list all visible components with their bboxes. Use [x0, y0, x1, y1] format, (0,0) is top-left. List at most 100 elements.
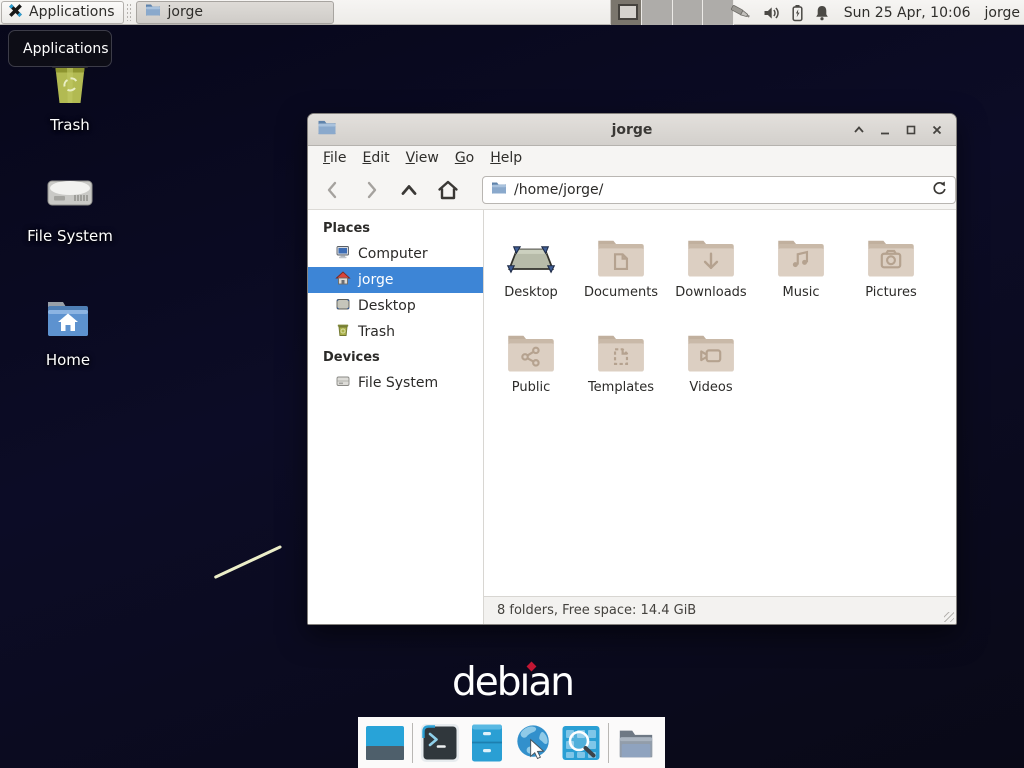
- harddrive-icon: [45, 172, 95, 220]
- titlebar[interactable]: jorge: [308, 114, 956, 146]
- videos-folder-icon: [685, 319, 737, 375]
- applications-menu-label: Applications: [29, 4, 115, 20]
- address-path[interactable]: /home/jorge/: [514, 182, 924, 198]
- file-item-label: Music: [783, 285, 820, 300]
- desktop-icon-filesystem[interactable]: File System: [15, 172, 125, 245]
- menu-help[interactable]: Help: [490, 150, 522, 166]
- file-item-documents[interactable]: Documents: [576, 224, 666, 316]
- menubar: File Edit View Go Help: [308, 146, 956, 170]
- menu-view[interactable]: View: [406, 150, 439, 166]
- workspace-switcher[interactable]: [610, 0, 734, 25]
- dock-separator: [412, 723, 413, 763]
- trash-small-icon: [335, 322, 351, 342]
- file-item-videos[interactable]: Videos: [666, 319, 756, 411]
- shade-icon[interactable]: [852, 123, 866, 137]
- downloads-folder-icon: [685, 224, 737, 280]
- sidebar-item-jorge[interactable]: jorge: [308, 267, 483, 293]
- music-folder-icon: [775, 224, 827, 280]
- up-icon[interactable]: [398, 178, 420, 202]
- dock-folder-icon[interactable]: [616, 723, 656, 763]
- desktop-icon-label: Home: [46, 351, 90, 369]
- documents-folder-icon: [595, 224, 647, 280]
- dock-panel: [358, 717, 665, 768]
- volume-icon[interactable]: [762, 4, 781, 22]
- desktop-icon-label: File System: [27, 227, 113, 245]
- terminal-icon[interactable]: [420, 723, 460, 763]
- statusbar: 8 folders, Free space: 14.4 GiB: [484, 596, 956, 624]
- home-icon[interactable]: [436, 178, 460, 202]
- file-item-label: Templates: [588, 380, 654, 395]
- top-panel: Applications jorge Sun 25 Apr,: [0, 0, 1024, 25]
- debian-logo-text: debıan: [452, 660, 573, 705]
- file-item-label: Documents: [584, 285, 658, 300]
- sidebar-devices-header: Devices: [308, 345, 483, 370]
- toolbar: /home/jorge/: [308, 170, 956, 210]
- panel-handle: [126, 3, 132, 21]
- sidebar-places-header: Places: [308, 216, 483, 241]
- sidebar-item-label: Trash: [358, 324, 395, 340]
- taskbar-window-button[interactable]: jorge: [136, 1, 334, 24]
- file-item-label: Desktop: [504, 285, 558, 300]
- file-item-desktop[interactable]: Desktop: [486, 224, 576, 316]
- stylus-cursor: [214, 545, 282, 579]
- templates-folder-icon: [595, 319, 647, 375]
- file-item-label: Videos: [689, 380, 732, 395]
- debian-logo: debıan: [452, 660, 573, 705]
- tooltip-text: Applications: [23, 41, 109, 57]
- application-finder-icon[interactable]: [561, 723, 601, 763]
- file-item-pictures[interactable]: Pictures: [846, 224, 936, 316]
- desktop-icon-home[interactable]: Home: [13, 298, 123, 369]
- address-folder-icon: [491, 181, 507, 199]
- system-tray: [729, 3, 830, 22]
- close-icon[interactable]: [930, 123, 944, 137]
- sidebar-item-trash[interactable]: Trash: [308, 319, 483, 345]
- file-item-downloads[interactable]: Downloads: [666, 224, 756, 316]
- desktop-icon-label: Trash: [50, 116, 90, 134]
- file-item-label: Public: [512, 380, 550, 395]
- web-browser-icon[interactable]: [514, 723, 554, 763]
- sidebar-item-label: Desktop: [358, 298, 416, 314]
- file-manager-window: jorge File Edit View Go Help /home/jorge…: [307, 113, 957, 625]
- desktop-surface-icon: [505, 224, 557, 280]
- resize-grip[interactable]: [944, 612, 954, 622]
- menu-file[interactable]: File: [323, 150, 346, 166]
- back-icon[interactable]: [322, 178, 344, 202]
- statusbar-text: 8 folders, Free space: 14.4 GiB: [497, 603, 696, 618]
- folder-icon: [145, 3, 161, 21]
- file-manager-icon[interactable]: [467, 723, 507, 763]
- sidebar-item-label: jorge: [358, 272, 393, 288]
- reload-icon[interactable]: [931, 180, 947, 200]
- file-item-templates[interactable]: Templates: [576, 319, 666, 411]
- file-item-music[interactable]: Music: [756, 224, 846, 316]
- address-bar[interactable]: /home/jorge/: [482, 176, 956, 204]
- drive-small-icon: [335, 373, 351, 393]
- file-view[interactable]: Desktop Documents Downloads: [484, 210, 956, 624]
- sidebar: Places Computer jorge Desktop: [308, 210, 484, 624]
- applications-tooltip: Applications: [8, 30, 112, 67]
- menu-go[interactable]: Go: [455, 150, 474, 166]
- sidebar-item-filesystem[interactable]: File System: [308, 370, 483, 396]
- house-icon: [335, 270, 351, 290]
- file-item-public[interactable]: Public: [486, 319, 576, 411]
- menu-edit[interactable]: Edit: [362, 150, 389, 166]
- maximize-icon[interactable]: [904, 123, 918, 137]
- sidebar-item-computer[interactable]: Computer: [308, 241, 483, 267]
- show-desktop-icon[interactable]: [365, 723, 405, 763]
- bell-icon[interactable]: [814, 4, 830, 22]
- public-folder-icon: [505, 319, 557, 375]
- clock[interactable]: Sun 25 Apr, 10:06: [844, 5, 971, 21]
- workspace-1[interactable]: [611, 0, 642, 25]
- minimize-icon[interactable]: [878, 123, 892, 137]
- applications-menu-button[interactable]: Applications: [1, 1, 124, 24]
- stylus-icon[interactable]: [729, 3, 753, 22]
- workspace-3[interactable]: [673, 0, 704, 25]
- file-item-label: Downloads: [675, 285, 746, 300]
- xfce-menu-icon: [8, 3, 23, 22]
- forward-icon[interactable]: [360, 178, 382, 202]
- username[interactable]: jorge: [985, 5, 1020, 21]
- workspace-2[interactable]: [642, 0, 673, 25]
- sidebar-item-desktop[interactable]: Desktop: [308, 293, 483, 319]
- battery-icon[interactable]: [790, 4, 805, 22]
- taskbar-window-label: jorge: [168, 4, 203, 20]
- computer-icon: [335, 244, 351, 264]
